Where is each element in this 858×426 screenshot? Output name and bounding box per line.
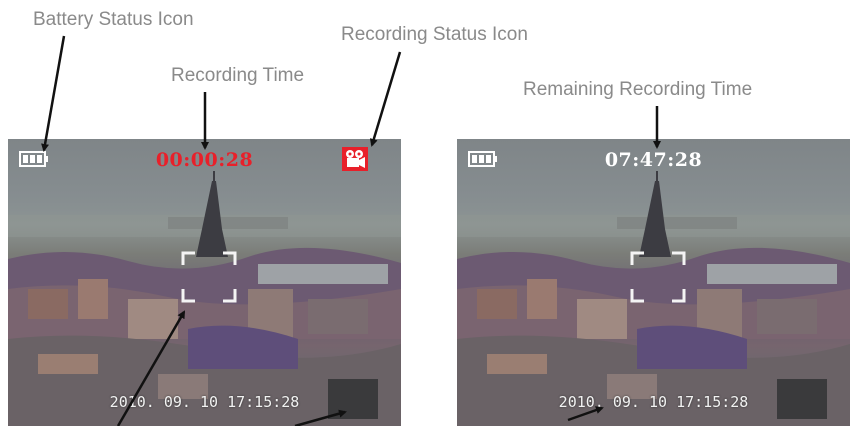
battery-arrow <box>41 35 66 152</box>
datestamp: 2010. 09. 10 17:15:28 <box>109 393 300 411</box>
focus-frame-icon <box>630 251 686 303</box>
standby-screen: 07:47:28 2010. 09. 10 17:15:28 <box>457 139 850 426</box>
remaining-time-callout: Remaining Recording Time <box>523 79 753 100</box>
recording-screen: 00:00:28 2010. 09. 10 17:15:28 <box>8 139 401 426</box>
recording-time-callout: Recording Time <box>171 65 305 86</box>
video-camera-icon <box>342 147 368 171</box>
battery-status-callout: Battery Status Icon <box>33 9 194 30</box>
datestamp: 2010. 09. 10 17:15:28 <box>558 393 749 411</box>
focus-frame-icon <box>181 251 237 303</box>
camera-display-diagram: Battery Status Icon Recording Status Ico… <box>0 0 858 426</box>
recording-status-callout: Recording Status Icon <box>341 24 528 45</box>
remaining-recording-time: 07:47:28 <box>604 149 703 171</box>
recording-status-arrow <box>369 51 402 147</box>
